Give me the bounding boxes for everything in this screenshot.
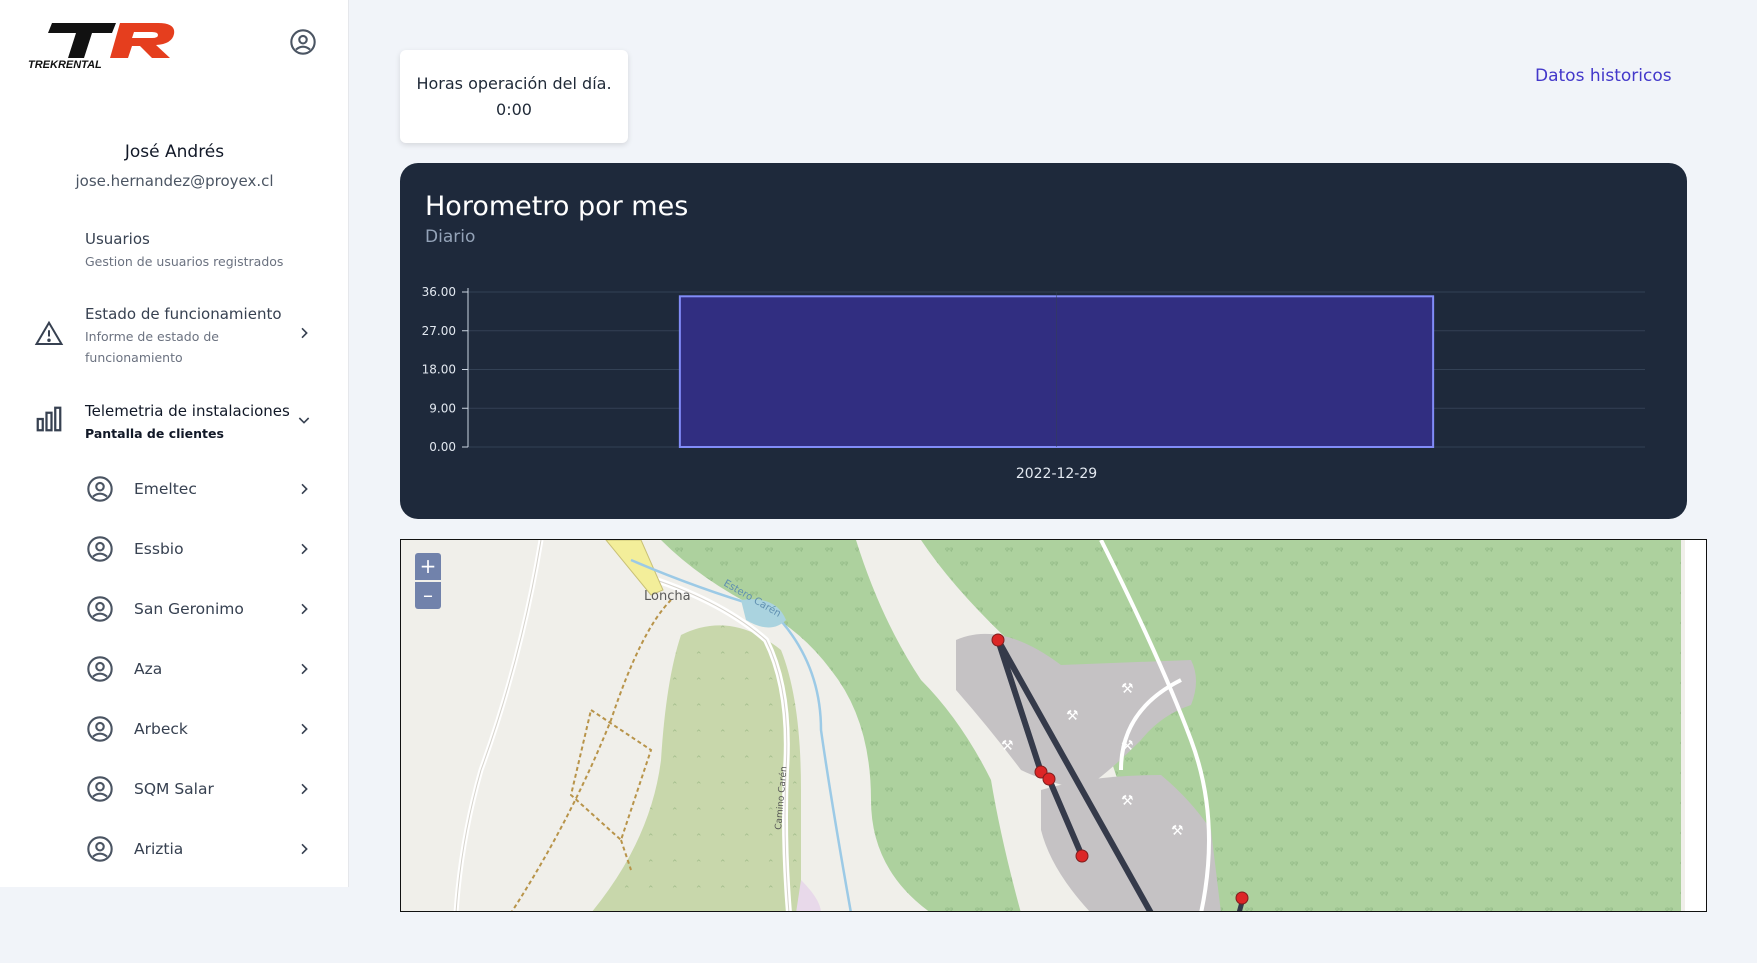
- profile-email: jose.hernandez@proyex.cl: [75, 172, 274, 190]
- svg-text:⚒: ⚒: [1171, 823, 1184, 839]
- historic-data-link[interactable]: Datos historicos: [1535, 66, 1672, 86]
- user-circle-icon: [87, 776, 113, 802]
- warning-icon: [34, 320, 64, 345]
- nav-item-estado-subtitle: Informe de estado de funcionamiento: [85, 329, 219, 365]
- chevron-right-icon: [301, 663, 308, 675]
- chevron-down-icon: [298, 417, 310, 424]
- daily-hours-label: Horas operación del día.: [416, 74, 612, 93]
- daily-hours-card: Horas operación del día. 0:00: [400, 50, 628, 143]
- map-tiles: ᵠᵠ ᵠᵠ ⌃ ⚒ ⚒ ⚒ ⚒ ⚒ ⚒: [401, 540, 1706, 911]
- client-label: San Geronimo: [134, 600, 244, 618]
- nav-item-telemetria-subtitle: Pantalla de clientes: [85, 426, 224, 441]
- nav-item-telemetria-title: Telemetria de instalaciones: [85, 402, 290, 420]
- client-item[interactable]: Essbio: [0, 528, 349, 572]
- y-tick-label: 27.00: [422, 324, 456, 338]
- daily-hours-value: 0:00: [496, 100, 532, 119]
- svg-text:⚒: ⚒: [1121, 793, 1134, 809]
- chevron-right-icon: [301, 783, 308, 795]
- map-label-town: Loncha: [644, 589, 691, 604]
- client-label: Ariztia: [134, 840, 184, 858]
- chevron-right-icon: [301, 723, 308, 735]
- user-circle-icon: [87, 476, 113, 502]
- client-item[interactable]: SQM Salar: [0, 768, 349, 812]
- x-tick-label: 2022-12-29: [1016, 466, 1097, 482]
- nav-item-usuarios-title: Usuarios: [85, 230, 150, 248]
- bar-chart-icon: [36, 406, 62, 432]
- y-tick-label: 0.00: [429, 440, 456, 454]
- map-marker[interactable]: [991, 633, 1005, 647]
- chevron-right-icon: [301, 603, 308, 615]
- client-label: Arbeck: [134, 720, 188, 738]
- svg-text:⚒: ⚒: [1066, 708, 1079, 724]
- user-circle-icon: [87, 596, 113, 622]
- nav-item-telemetria[interactable]: Telemetria de instalaciones Pantalla de …: [0, 400, 349, 450]
- client-label: Essbio: [134, 540, 184, 558]
- map-zoom-control: + –: [415, 553, 441, 609]
- trekrental-logo[interactable]: TREKRENTAL: [28, 20, 212, 70]
- user-circle-icon: [87, 836, 113, 862]
- client-item[interactable]: Arbeck: [0, 708, 349, 752]
- logo-text-trek: TREKRENTAL: [28, 59, 102, 70]
- nav-item-estado-title: Estado de funcionamiento: [85, 305, 282, 323]
- user-circle-icon: [87, 536, 113, 562]
- client-item[interactable]: Ariztia: [0, 828, 349, 872]
- map[interactable]: ᵠᵠ ᵠᵠ ⌃ ⚒ ⚒ ⚒ ⚒ ⚒ ⚒: [400, 539, 1707, 912]
- chevron-right-icon: [301, 843, 308, 855]
- client-label: Aza: [134, 660, 163, 678]
- user-circle-icon: [87, 716, 113, 742]
- account-icon[interactable]: [289, 28, 317, 56]
- client-item[interactable]: Emeltec: [0, 468, 349, 512]
- nav-item-usuarios[interactable]: Usuarios Gestion de usuarios registrados: [0, 228, 349, 278]
- bar-chart: 0.00 9.00 18.00 27.00 36.00 2022-12-29: [422, 285, 1645, 482]
- profile-name: José Andrés: [124, 142, 225, 162]
- user-circle-icon: [87, 656, 113, 682]
- client-item[interactable]: Aza: [0, 648, 349, 692]
- svg-text:⚒: ⚒: [1121, 681, 1134, 697]
- chart-card: Horometro por mes Diario 0.00 9.00 18.00 27…: [400, 163, 1687, 519]
- client-label: Emeltec: [134, 480, 197, 498]
- client-label: SQM Salar: [134, 780, 214, 798]
- map-marker[interactable]: [1042, 772, 1056, 786]
- zoom-out-button[interactable]: –: [415, 582, 441, 609]
- svg-text:⚒: ⚒: [1001, 738, 1014, 754]
- chevron-right-icon: [301, 327, 308, 339]
- nav-item-usuarios-subtitle: Gestion de usuarios registrados: [85, 254, 284, 269]
- map-marker[interactable]: [1075, 849, 1089, 863]
- y-tick-label: 36.00: [422, 285, 456, 299]
- client-item[interactable]: San Geronimo: [0, 588, 349, 632]
- y-tick-label: 18.00: [422, 363, 456, 377]
- chevron-right-icon: [301, 483, 308, 495]
- map-marker[interactable]: [1235, 891, 1249, 905]
- chevron-right-icon: [301, 543, 308, 555]
- zoom-in-button[interactable]: +: [415, 553, 441, 580]
- y-tick-label: 9.00: [429, 401, 456, 415]
- sidebar: TREKRENTAL José Andrés jose.hernandez@pr…: [0, 0, 349, 887]
- nav-item-estado[interactable]: Estado de funcionamiento Informe de esta…: [0, 303, 349, 373]
